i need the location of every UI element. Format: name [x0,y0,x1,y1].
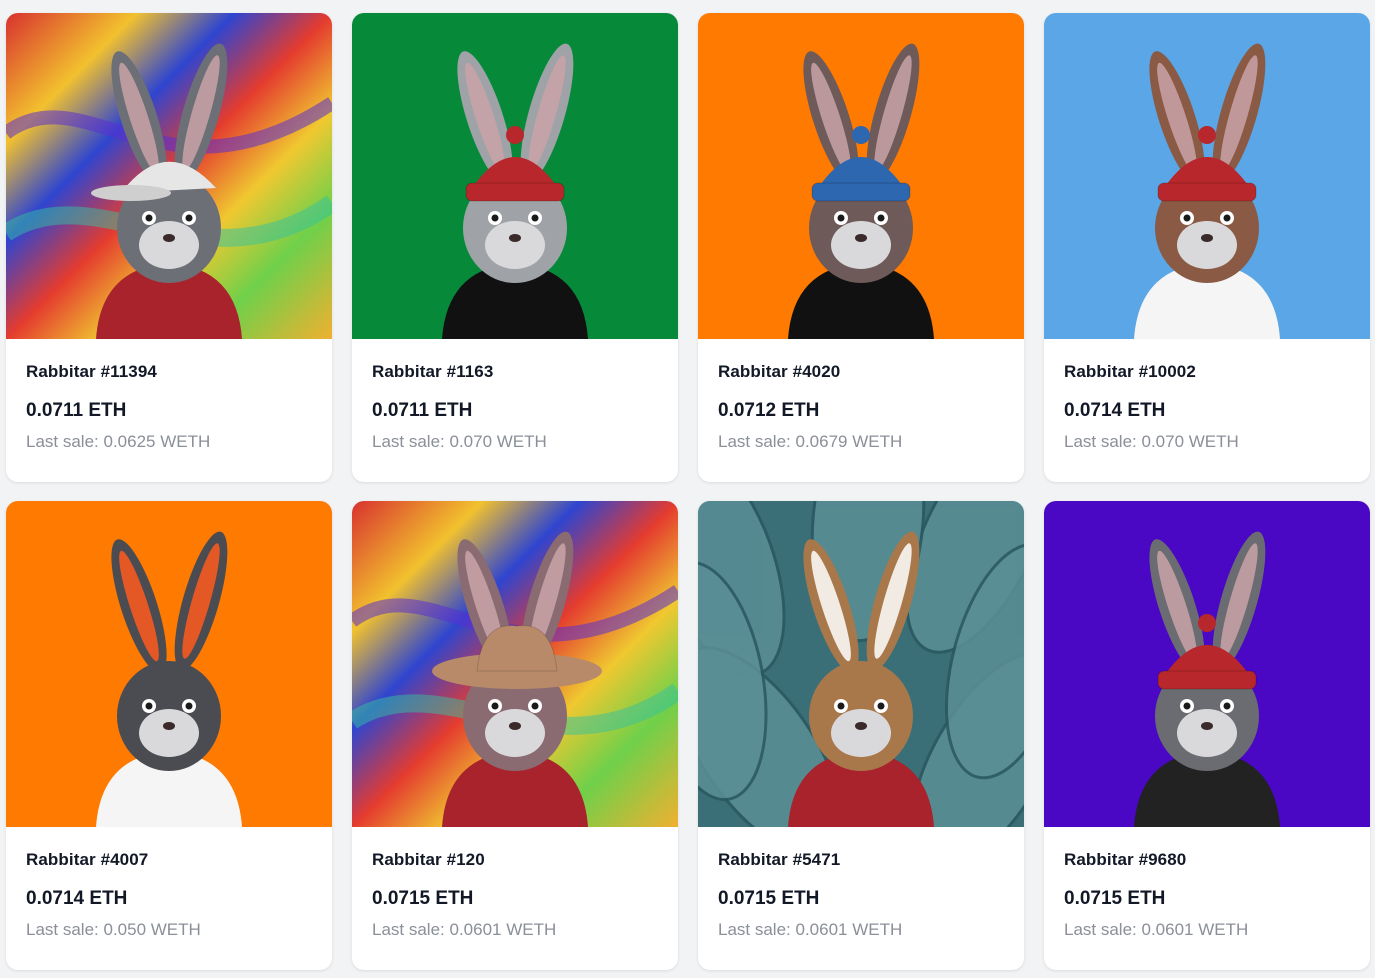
nft-info: Rabbitar #10002 0.0714 ETH Last sale: 0.… [1044,339,1370,453]
nft-name[interactable]: Rabbitar #4020 [718,361,1004,383]
nft-info: Rabbitar #1163 0.0711 ETH Last sale: 0.0… [352,339,678,453]
nft-price: 0.0714 ETH [26,888,128,909]
last-sale-value: 0.0601 WETH [795,920,903,939]
last-sale: Last sale: 0.0601 WETH [718,919,1004,941]
nft-info: Rabbitar #4020 0.0712 ETH Last sale: 0.0… [698,339,1024,453]
last-sale-label: Last sale: [372,920,445,939]
nft-image[interactable] [352,501,678,827]
nft-name[interactable]: Rabbitar #5471 [718,849,1004,871]
last-sale-label: Last sale: [26,920,99,939]
last-sale: Last sale: 0.070 WETH [1064,431,1350,453]
nft-card[interactable]: Rabbitar #9680 0.0715 ETH Last sale: 0.0… [1044,501,1370,970]
nft-image[interactable] [698,501,1024,827]
last-sale-value: 0.0601 WETH [1141,920,1249,939]
nft-artwork [1044,13,1370,339]
nft-card[interactable]: Rabbitar #4007 0.0714 ETH Last sale: 0.0… [6,501,332,970]
nft-artwork [698,13,1024,339]
nft-name[interactable]: Rabbitar #9680 [1064,849,1350,871]
last-sale-value: 0.0679 WETH [795,432,903,451]
last-sale-value: 0.050 WETH [103,920,201,939]
last-sale: Last sale: 0.0679 WETH [718,431,1004,453]
nft-price: 0.0711 ETH [372,400,473,421]
nft-price: 0.0715 ETH [372,888,474,909]
last-sale-value: 0.0601 WETH [449,920,557,939]
nft-price: 0.0712 ETH [718,400,820,421]
last-sale: Last sale: 0.0601 WETH [1064,919,1350,941]
nft-card[interactable]: Rabbitar #1163 0.0711 ETH Last sale: 0.0… [352,13,678,482]
nft-price: 0.0714 ETH [1064,400,1166,421]
nft-info: Rabbitar #120 0.0715 ETH Last sale: 0.06… [352,827,678,941]
last-sale-label: Last sale: [26,432,99,451]
last-sale-value: 0.0625 WETH [103,432,211,451]
last-sale-label: Last sale: [718,920,791,939]
nft-image[interactable] [1044,501,1370,827]
nft-grid: Rabbitar #11394 0.0711 ETH Last sale: 0.… [6,13,1370,970]
nft-info: Rabbitar #9680 0.0715 ETH Last sale: 0.0… [1044,827,1370,941]
nft-info: Rabbitar #4007 0.0714 ETH Last sale: 0.0… [6,827,332,941]
last-sale: Last sale: 0.0625 WETH [26,431,312,453]
last-sale: Last sale: 0.070 WETH [372,431,658,453]
nft-artwork [352,13,678,339]
last-sale-label: Last sale: [372,432,445,451]
last-sale: Last sale: 0.0601 WETH [372,919,658,941]
nft-name[interactable]: Rabbitar #1163 [372,361,658,383]
nft-artwork [6,13,332,339]
nft-card[interactable]: Rabbitar #10002 0.0714 ETH Last sale: 0.… [1044,13,1370,482]
nft-image[interactable] [1044,13,1370,339]
nft-artwork [1044,501,1370,827]
nft-name[interactable]: Rabbitar #11394 [26,361,312,383]
last-sale-value: 0.070 WETH [1141,432,1239,451]
nft-price: 0.0711 ETH [26,400,127,421]
last-sale-label: Last sale: [1064,432,1137,451]
nft-info: Rabbitar #11394 0.0711 ETH Last sale: 0.… [6,339,332,453]
nft-price: 0.0715 ETH [718,888,820,909]
nft-name[interactable]: Rabbitar #120 [372,849,658,871]
nft-image[interactable] [698,13,1024,339]
nft-artwork [352,501,678,827]
nft-name[interactable]: Rabbitar #4007 [26,849,312,871]
nft-info: Rabbitar #5471 0.0715 ETH Last sale: 0.0… [698,827,1024,941]
last-sale-label: Last sale: [1064,920,1137,939]
nft-name[interactable]: Rabbitar #10002 [1064,361,1350,383]
nft-card[interactable]: Rabbitar #120 0.0715 ETH Last sale: 0.06… [352,501,678,970]
nft-card[interactable]: Rabbitar #11394 0.0711 ETH Last sale: 0.… [6,13,332,482]
nft-artwork [6,501,332,827]
last-sale-label: Last sale: [718,432,791,451]
last-sale: Last sale: 0.050 WETH [26,919,312,941]
nft-image[interactable] [6,13,332,339]
nft-price: 0.0715 ETH [1064,888,1166,909]
nft-image[interactable] [352,13,678,339]
last-sale-value: 0.070 WETH [449,432,547,451]
nft-card[interactable]: Rabbitar #4020 0.0712 ETH Last sale: 0.0… [698,13,1024,482]
nft-image[interactable] [6,501,332,827]
nft-artwork [698,501,1024,827]
nft-card[interactable]: Rabbitar #5471 0.0715 ETH Last sale: 0.0… [698,501,1024,970]
